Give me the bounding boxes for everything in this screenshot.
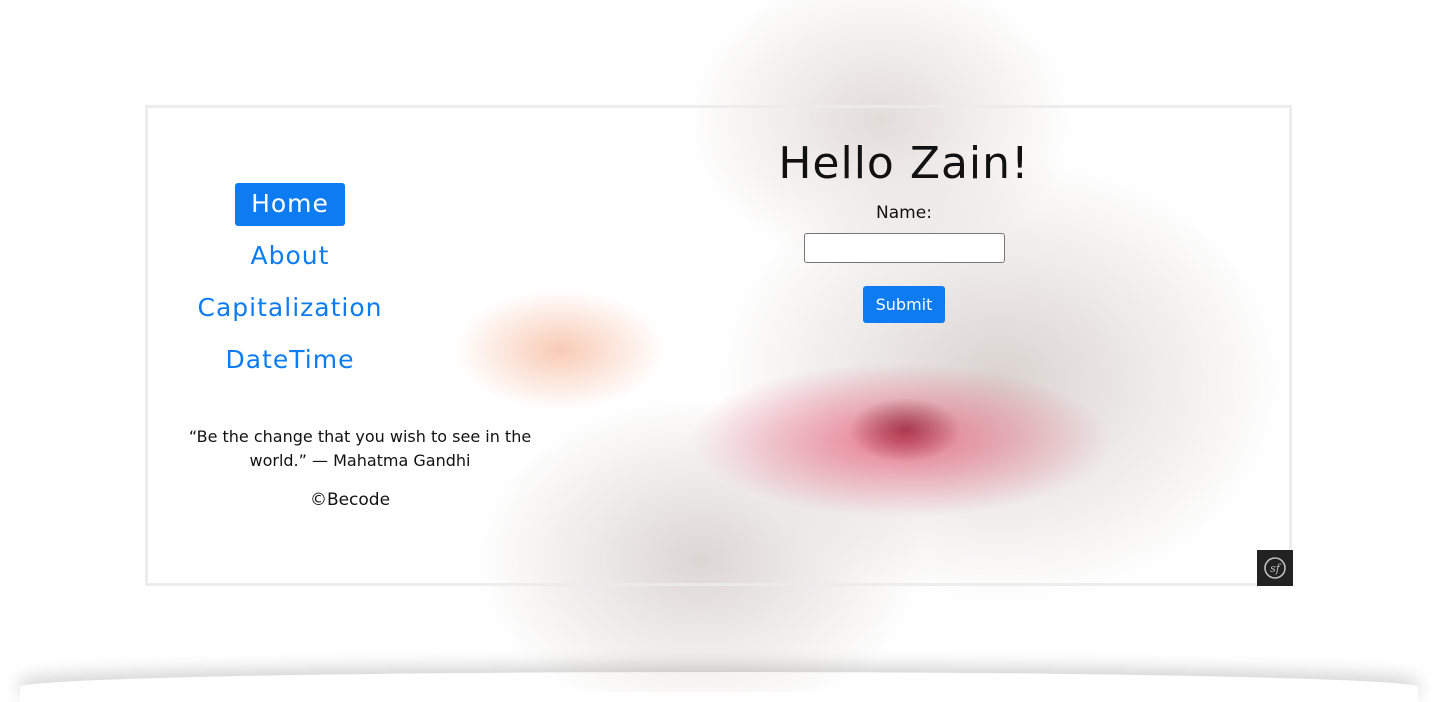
main-content: Hello Zain! Name: Submit: [704, 138, 1104, 323]
submit-button[interactable]: Submit: [862, 286, 946, 323]
copyright-text: ©Becode: [309, 490, 391, 510]
main-navigation: Home About Capitalization DateTime: [170, 183, 410, 391]
nav-item-datetime[interactable]: DateTime: [210, 339, 371, 382]
symfony-toolbar-toggle[interactable]: sf: [1257, 550, 1293, 586]
nav-item-about[interactable]: About: [235, 235, 346, 278]
window-bottom-edge: [20, 672, 1418, 702]
name-label: Name:: [876, 203, 932, 223]
symfony-icon: sf: [1264, 557, 1286, 579]
name-input[interactable]: [803, 233, 1005, 263]
gandhi-quote: “Be the change that you wish to see in t…: [188, 427, 532, 470]
nav-item-capitalization[interactable]: Capitalization: [182, 287, 399, 330]
page-heading: Hello Zain!: [778, 138, 1030, 189]
nav-item-home[interactable]: Home: [235, 183, 345, 226]
svg-text:sf: sf: [1270, 562, 1282, 575]
